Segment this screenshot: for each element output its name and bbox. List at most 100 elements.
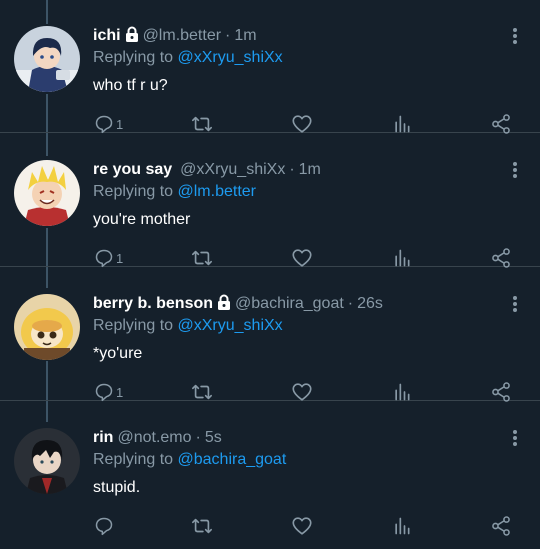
share-button[interactable] — [490, 246, 512, 270]
like-button[interactable] — [291, 112, 313, 136]
blond-anime-avatar-icon — [14, 160, 80, 226]
handle[interactable]: @bachira_goat — [235, 295, 344, 312]
more-options-icon[interactable] — [511, 428, 519, 448]
replying-prefix: Replying to — [93, 317, 174, 334]
retweet-button[interactable] — [191, 112, 213, 136]
lock-icon — [217, 294, 231, 316]
dark-hair-avatar-icon — [14, 428, 80, 494]
handle[interactable]: @not.emo — [117, 429, 191, 446]
handle[interactable]: @xXryu_shiXx — [180, 161, 285, 178]
tweet[interactable]: re you say @xXryu_shiXx · 1m Replying to @l… — [0, 134, 540, 270]
reply-button[interactable]: 1 — [94, 112, 123, 136]
analytics-button[interactable] — [392, 112, 412, 136]
retweet-icon — [192, 250, 212, 266]
like-button[interactable] — [291, 246, 313, 270]
heart-icon — [292, 383, 312, 401]
separator-dot: · — [195, 429, 201, 446]
reply-icon — [95, 249, 113, 268]
tweet-header: re you say @xXryu_shiXx · 1m — [93, 160, 321, 180]
display-name[interactable]: re you say — [93, 161, 172, 178]
retweet-icon — [192, 384, 212, 400]
more-options-icon[interactable] — [511, 26, 519, 46]
more-options-icon[interactable] — [511, 294, 519, 314]
tweet[interactable]: rin @not.emo · 5s Replying to @bachira_goat… — [0, 402, 540, 538]
timestamp[interactable]: 1m — [299, 161, 321, 178]
reply-icon — [95, 517, 113, 536]
tweet-text: stupid. — [93, 479, 141, 496]
share-icon — [492, 114, 510, 134]
retweet-button[interactable] — [191, 246, 213, 270]
tweet-header: ichi @lm.better · 1m — [93, 26, 257, 48]
replying-prefix: Replying to — [93, 49, 174, 66]
analytics-button[interactable] — [392, 246, 412, 270]
timestamp[interactable]: 1m — [234, 27, 256, 44]
analytics-button[interactable] — [392, 514, 412, 538]
tweet[interactable]: ichi @lm.better · 1m Replying to @xXryu_shi… — [0, 0, 540, 136]
separator-dot: · — [289, 161, 295, 178]
retweet-button[interactable] — [191, 380, 213, 404]
tweet-actions: 1 — [0, 380, 540, 404]
display-name[interactable]: ichi — [93, 27, 121, 44]
retweet-icon — [192, 518, 212, 534]
display-name[interactable]: rin — [93, 429, 113, 446]
replying-mention[interactable]: @lm.better — [178, 183, 256, 200]
like-button[interactable] — [291, 380, 313, 404]
reply-icon — [95, 383, 113, 402]
more-options-icon[interactable] — [511, 160, 519, 180]
separator-dot: · — [347, 295, 354, 312]
avatar[interactable] — [14, 428, 80, 494]
share-icon — [492, 382, 510, 402]
analytics-icon — [395, 383, 410, 401]
handle[interactable]: @lm.better — [143, 27, 221, 44]
timestamp[interactable]: 5s — [205, 429, 222, 446]
lock-icon — [125, 26, 139, 48]
tweet-header: rin @not.emo · 5s — [93, 428, 222, 448]
avatar[interactable] — [14, 294, 80, 360]
timestamp[interactable]: 26s — [357, 295, 383, 312]
tweet-header: berry b. benson @bachira_goat · 26s — [93, 294, 383, 316]
heart-icon — [292, 517, 312, 535]
replying-mention[interactable]: @xXryu_shiXx — [178, 317, 283, 334]
replying-mention[interactable]: @bachira_goat — [178, 451, 287, 468]
reply-icon — [95, 115, 113, 134]
display-name[interactable]: berry b. benson — [93, 295, 213, 312]
reply-button[interactable]: 1 — [94, 246, 123, 270]
tweet-actions: 1 — [0, 112, 540, 136]
like-button[interactable] — [291, 514, 313, 538]
separator-dot: · — [225, 27, 231, 44]
share-icon — [492, 248, 510, 268]
reply-count: 1 — [116, 250, 124, 266]
tweet-actions — [0, 514, 540, 538]
retweet-button[interactable] — [191, 514, 213, 538]
share-button[interactable] — [490, 112, 512, 136]
analytics-icon — [395, 249, 410, 267]
replying-mention[interactable]: @xXryu_shiXx — [178, 49, 283, 66]
replying-prefix: Replying to — [93, 183, 174, 200]
retweet-icon — [192, 116, 212, 132]
tweet-text: who tf r u? — [93, 77, 168, 94]
share-icon — [492, 516, 510, 536]
heart-icon — [292, 115, 312, 133]
tweet-text: *yo'ure — [93, 345, 143, 362]
reply-count: 1 — [116, 116, 124, 132]
anime-boy-avatar-icon — [14, 26, 80, 92]
tweet[interactable]: berry b. benson @bachira_goat · 26s Replyin… — [0, 268, 540, 404]
replying-to: Replying to @bachira_goat — [93, 450, 286, 470]
analytics-button[interactable] — [392, 380, 412, 404]
replying-to: Replying to @xXryu_shiXx — [93, 48, 283, 68]
share-button[interactable] — [490, 514, 512, 538]
avatar[interactable] — [14, 26, 80, 92]
reply-count: 1 — [116, 384, 124, 400]
avatar[interactable] — [14, 160, 80, 226]
share-button[interactable] — [490, 380, 512, 404]
tweet-actions: 1 — [0, 246, 540, 270]
yellow-hood-avatar-icon — [14, 294, 80, 360]
reply-button[interactable] — [94, 514, 116, 538]
replying-to: Replying to @lm.better — [93, 182, 256, 202]
tweet-text: you're mother — [93, 211, 191, 228]
reply-button[interactable]: 1 — [94, 380, 123, 404]
replying-prefix: Replying to — [93, 451, 174, 468]
heart-icon — [292, 249, 312, 267]
analytics-icon — [395, 517, 410, 535]
replying-to: Replying to @xXryu_shiXx — [93, 316, 283, 336]
